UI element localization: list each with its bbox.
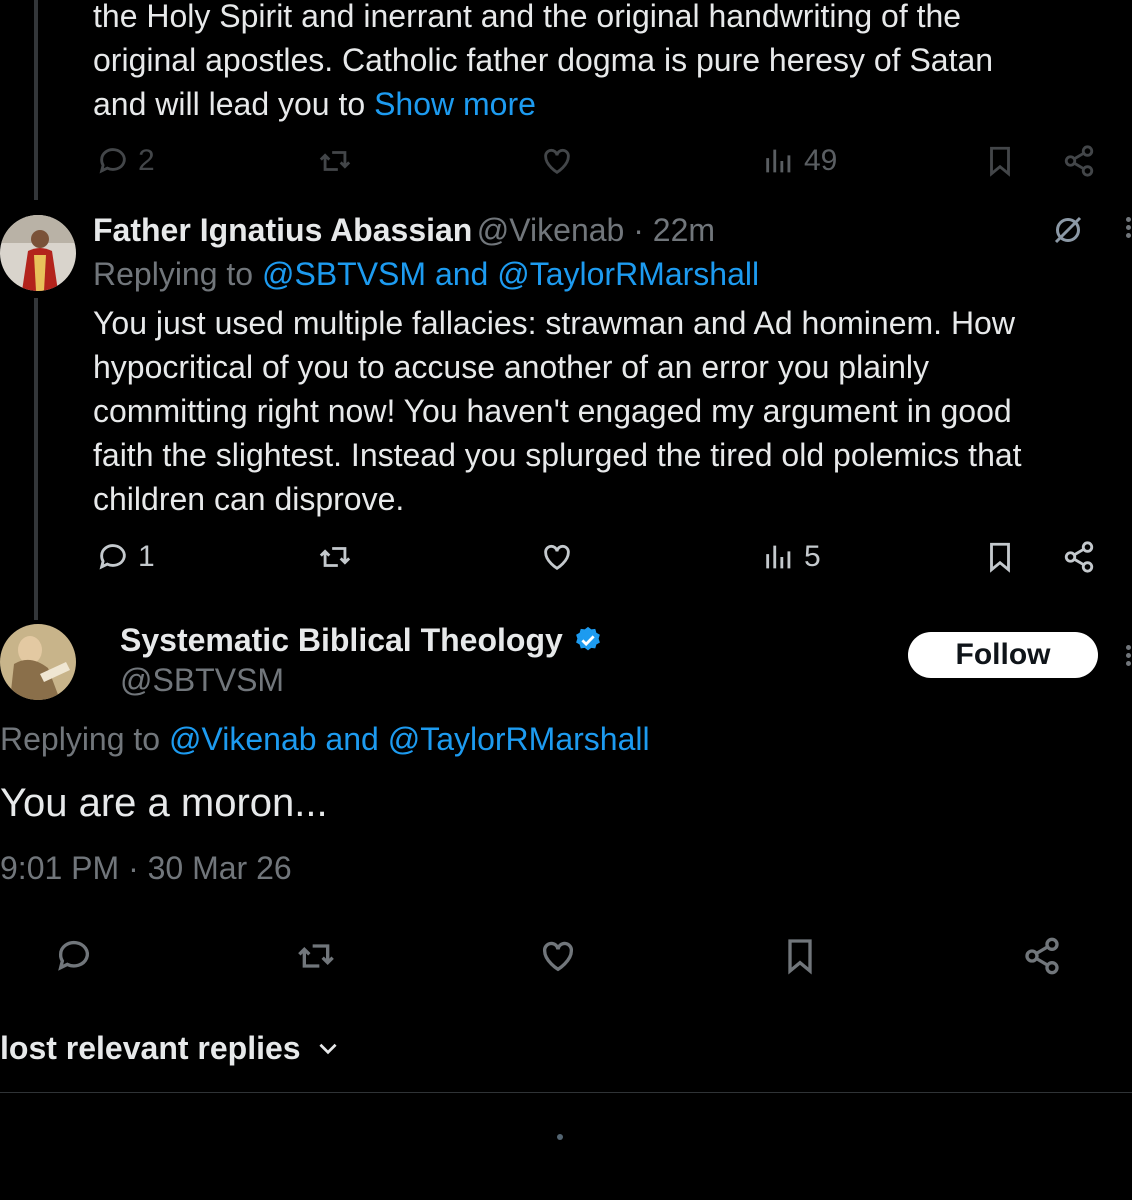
tweet1-line3: and will lead you to Show more (93, 82, 1123, 126)
replying-and: and (316, 721, 388, 757)
share-icon (1025, 937, 1059, 975)
views-button[interactable]: 5 (762, 540, 821, 574)
author-handle[interactable]: @Vikenab (477, 212, 625, 248)
verified-badge-icon (575, 626, 600, 651)
like-button[interactable] (538, 936, 578, 976)
tweet1-line2: original apostles. Catholic father dogma… (93, 42, 994, 78)
retweet-icon (298, 944, 334, 968)
tweet2-line: You just used multiple fallacies: strawm… (93, 305, 1015, 341)
replying-handle-2[interactable]: @TaylorRMarshall (497, 256, 759, 292)
tweet1-text: the Holy Spirit and inerrant and the ori… (93, 0, 1123, 126)
views-icon (766, 149, 791, 173)
views-count: 5 (804, 540, 821, 573)
like-button[interactable] (540, 540, 574, 574)
grok-icon (1054, 216, 1082, 244)
views-button[interactable]: 49 (762, 144, 837, 178)
thread-line-top (34, 0, 38, 200)
tweet2-line: faith the slightest. Instead you splurge… (93, 437, 1022, 473)
reply-button[interactable]: 1 (96, 540, 155, 574)
retweet-button[interactable] (318, 540, 352, 574)
replying-and: and (426, 256, 498, 292)
main-author-row: Systematic Biblical Theology (120, 618, 603, 662)
replying-to-label: Replying to (93, 256, 262, 292)
loading-dot (557, 1134, 563, 1140)
bookmark-button[interactable] (780, 936, 820, 976)
tweet2-line: children can disprove. (93, 481, 405, 517)
grok-button[interactable] (1050, 212, 1086, 248)
like-icon (542, 941, 574, 972)
replying-handle-1[interactable]: @Vikenab (169, 721, 317, 757)
tweet2-line: committing right now! You haven't engage… (93, 393, 1012, 429)
reply-icon (99, 148, 126, 174)
timestamp[interactable]: 22m (653, 212, 715, 248)
bookmark-icon (990, 146, 1010, 177)
like-button[interactable] (540, 144, 574, 178)
chevron-down-icon (319, 1043, 337, 1055)
follow-button[interactable]: Follow (908, 632, 1098, 678)
reply-icon (58, 940, 89, 971)
more-icon[interactable] (1124, 642, 1132, 669)
like-icon (544, 148, 570, 175)
replies-sort-dropdown[interactable]: lost relevant replies (0, 1026, 341, 1070)
tweet2-line: hypocritical of you to accuse another of… (93, 349, 930, 385)
author-name[interactable]: Father Ignatius Abassian (93, 212, 472, 248)
show-more-link[interactable]: Show more (374, 86, 536, 122)
more-icon[interactable] (1124, 214, 1132, 241)
views-icon (766, 545, 791, 569)
bookmark-button[interactable] (983, 540, 1017, 574)
replying-to-label: Replying to (0, 721, 169, 757)
share-icon (1064, 145, 1094, 177)
tweet1-line3-text: and will lead you to (93, 86, 375, 122)
retweet-icon (319, 151, 351, 171)
share-button[interactable] (1062, 540, 1096, 574)
replying-handle-2[interactable]: @TaylorRMarshall (388, 721, 650, 757)
separator: · (624, 212, 653, 248)
reply-button[interactable] (54, 936, 94, 976)
like-icon (544, 544, 570, 571)
author-handle[interactable]: @SBTVSM (120, 658, 284, 702)
thread-line-middle (34, 298, 38, 620)
bookmark-icon (990, 542, 1010, 573)
avatar[interactable] (0, 624, 76, 700)
share-button[interactable] (1022, 936, 1062, 976)
replies-sort-label: lost relevant replies (0, 1030, 301, 1066)
views-count: 49 (804, 144, 838, 177)
main-timestamp[interactable]: 9:01 PM · 30 Mar 26 (0, 846, 292, 890)
divider (0, 1092, 1132, 1093)
replying-to: Replying to @SBTVSM and @TaylorRMarshall (93, 252, 759, 296)
bookmark-icon (788, 939, 812, 975)
main-tweet-text: You are a moron... (0, 781, 328, 825)
tweet1-line1: the Holy Spirit and inerrant and the ori… (93, 0, 962, 34)
reply-count: 1 (138, 540, 155, 573)
retweet-button[interactable] (296, 936, 336, 976)
tweet2-header: Father Ignatius Abassian @Vikenab · 22m (93, 208, 715, 252)
replying-to: Replying to @Vikenab and @TaylorRMarshal… (0, 717, 650, 761)
avatar-image (0, 215, 76, 291)
share-button[interactable] (1062, 144, 1096, 178)
avatar-image (0, 624, 76, 700)
reply-count: 2 (138, 144, 155, 177)
bookmark-button[interactable] (983, 144, 1017, 178)
replying-handle-1[interactable]: @SBTVSM (262, 256, 426, 292)
retweet-button[interactable] (318, 144, 352, 178)
avatar[interactable] (0, 215, 76, 291)
reply-button[interactable]: 2 (96, 144, 155, 178)
author-name[interactable]: Systematic Biblical Theology (120, 618, 563, 662)
reply-icon (99, 544, 126, 570)
share-icon (1064, 541, 1094, 573)
tweet2-text: You just used multiple fallacies: strawm… (93, 301, 1131, 521)
retweet-icon (319, 547, 351, 567)
